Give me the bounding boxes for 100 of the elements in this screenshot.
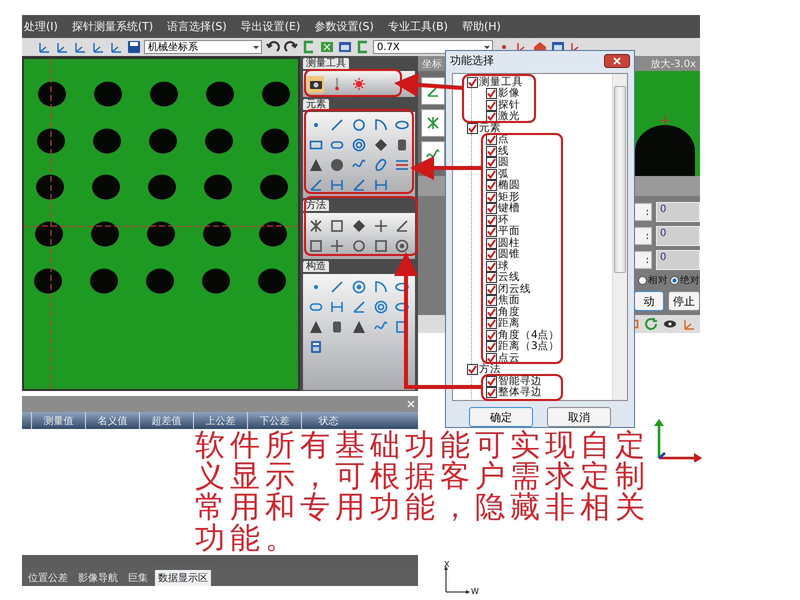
checkbox[interactable]	[486, 192, 497, 203]
tree-item[interactable]: 焦面	[498, 295, 520, 307]
menu-item[interactable]: 导出设置(E)	[240, 19, 300, 34]
close-icon[interactable]	[407, 400, 415, 408]
section-tab[interactable]: 构造	[303, 261, 329, 272]
checkbox[interactable]	[486, 226, 497, 238]
menu-item[interactable]: 处理(I)	[24, 19, 58, 34]
tree-item[interactable]: 球	[498, 260, 509, 272]
tool-button[interactable]	[307, 76, 324, 92]
tool-button[interactable]	[350, 238, 368, 254]
checkbox[interactable]	[486, 306, 497, 318]
menu-item[interactable]: 专业工具(B)	[388, 19, 448, 34]
checkbox[interactable]	[486, 111, 497, 122]
coordinate-field[interactable]: 0	[656, 250, 700, 270]
tree-item[interactable]: 平面	[498, 226, 520, 238]
motion-button[interactable]: 停止	[668, 291, 700, 311]
tool-button[interactable]	[328, 156, 346, 174]
tree-item[interactable]: 环	[498, 214, 509, 226]
bottom-tab[interactable]: 数据显示区	[155, 570, 211, 586]
tree-item[interactable]: 点	[498, 134, 509, 146]
coordinate-dropdown[interactable]: 机械坐标系	[144, 40, 262, 54]
checkbox[interactable]	[486, 330, 497, 341]
tree-item[interactable]: 元素	[479, 122, 501, 134]
checkbox[interactable]	[486, 157, 497, 168]
coordinate-field[interactable]: 0	[656, 202, 700, 222]
menu-item[interactable]: 参数设置(S)	[314, 19, 374, 34]
tree-item[interactable]: 线	[498, 146, 509, 158]
tree-item[interactable]: 测量工具	[479, 76, 523, 88]
axis-button[interactable]: :	[634, 227, 652, 245]
mode-radio[interactable]: 相对	[638, 274, 668, 287]
axis-button[interactable]: :	[634, 251, 652, 269]
checkbox[interactable]	[467, 76, 478, 88]
tree-item[interactable]: 距离	[498, 318, 520, 330]
tool-button[interactable]	[394, 238, 411, 254]
motion-button[interactable]: 动	[634, 291, 664, 311]
tree-item[interactable]: 角度（4点）	[498, 330, 560, 342]
tree-item[interactable]: 云线	[498, 272, 520, 284]
tree-item[interactable]: 距离（3点）	[498, 341, 560, 353]
tree-item[interactable]: 激光	[498, 111, 520, 123]
checkbox[interactable]	[486, 214, 497, 226]
checkbox[interactable]	[486, 88, 497, 100]
tool-button[interactable]	[350, 318, 368, 336]
checkbox[interactable]	[486, 100, 497, 111]
tool-button[interactable]	[328, 238, 346, 254]
close-button[interactable]	[604, 54, 630, 68]
mode-radio[interactable]: 绝对	[670, 274, 700, 287]
checkbox[interactable]	[486, 168, 497, 180]
checkbox[interactable]	[486, 249, 497, 260]
bottom-tab[interactable]: 位置公差	[25, 570, 71, 586]
checkbox[interactable]	[467, 364, 478, 376]
tool-button[interactable]	[307, 156, 324, 174]
tree-item[interactable]: 角度	[498, 306, 520, 318]
checkbox[interactable]	[486, 284, 497, 295]
tree-item[interactable]: 弧	[498, 168, 509, 180]
toolbar-button[interactable]	[126, 40, 141, 54]
checkbox[interactable]	[486, 203, 497, 214]
tool-button[interactable]	[372, 218, 390, 234]
section-tab[interactable]: 元素	[303, 99, 329, 110]
tree-item[interactable]: 键槽	[498, 203, 520, 215]
tree-item[interactable]: 闭云线	[498, 284, 531, 296]
checkbox[interactable]	[486, 180, 497, 192]
checkbox[interactable]	[486, 352, 497, 364]
dialog-button[interactable]: 确定	[469, 407, 533, 427]
tool-button[interactable]	[372, 238, 390, 254]
tree-item[interactable]: 圆柱	[498, 238, 520, 250]
checkbox[interactable]	[486, 134, 497, 146]
tree-item[interactable]: 圆锥	[498, 249, 520, 261]
section-tab[interactable]: 方法	[303, 200, 329, 211]
menu-item[interactable]: 语言选择(S)	[167, 19, 227, 34]
tool-button[interactable]	[328, 218, 346, 234]
tool-button[interactable]	[350, 116, 368, 134]
checkbox[interactable]	[486, 146, 497, 157]
checkbox[interactable]	[486, 272, 497, 284]
tree-item[interactable]: 椭圆	[498, 180, 520, 192]
tree-item[interactable]: 智能寻边	[498, 376, 542, 388]
checkbox[interactable]	[486, 318, 497, 330]
checkbox[interactable]	[486, 341, 497, 352]
tree-item[interactable]: 方法	[479, 364, 501, 376]
menu-item[interactable]: 探针测量系统(T)	[72, 19, 154, 34]
dialog-button[interactable]: 取消	[547, 407, 611, 427]
checkbox[interactable]	[486, 238, 497, 249]
toolbar-button[interactable]	[265, 40, 280, 54]
tool-button[interactable]	[307, 238, 324, 254]
bottom-tab[interactable]: 影像导航	[75, 570, 121, 586]
checkbox[interactable]	[467, 122, 478, 134]
toolbar-button[interactable]	[337, 40, 352, 54]
tree-item[interactable]: 矩形	[498, 192, 520, 204]
checkbox[interactable]	[486, 295, 497, 306]
coordinate-field[interactable]: 0	[656, 226, 700, 246]
tool-button[interactable]	[307, 318, 324, 336]
section-tab[interactable]: 测量工具	[303, 58, 349, 69]
menu-item[interactable]: 帮助(H)	[462, 19, 501, 34]
tree-item[interactable]: 整体寻边	[498, 387, 542, 399]
tree-item[interactable]: 影像	[498, 88, 520, 100]
checkbox[interactable]	[486, 376, 497, 387]
checkbox[interactable]	[486, 387, 497, 398]
toolbar-button[interactable]	[283, 40, 298, 54]
tree-item[interactable]: 探针	[498, 100, 520, 112]
checkbox[interactable]	[486, 260, 497, 272]
tree-item[interactable]: 圆	[498, 157, 509, 169]
